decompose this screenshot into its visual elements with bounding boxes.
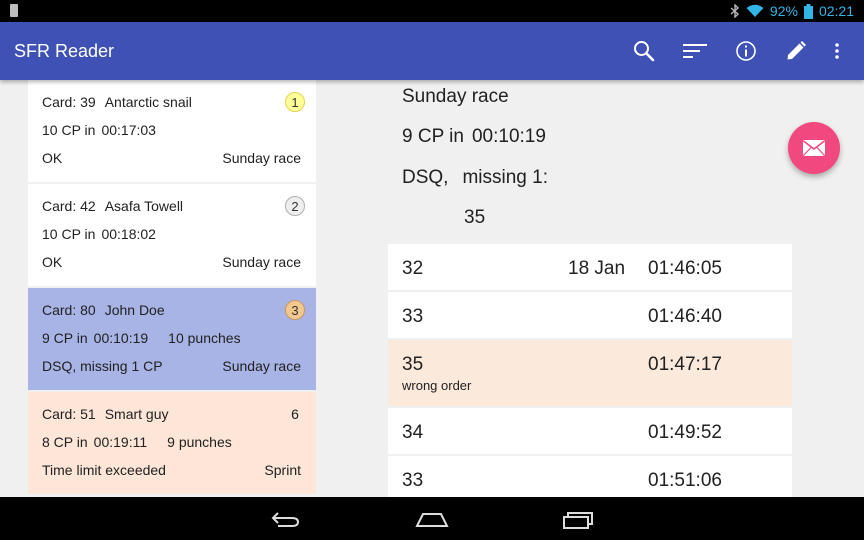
info-button[interactable] [734, 39, 758, 63]
app-title: SFR Reader [14, 41, 115, 61]
punch-time: 01:46:40 [648, 306, 722, 327]
run-time: 00:10:19 [93, 330, 149, 346]
edit-button[interactable] [784, 39, 808, 63]
cp-count: 9 CP in [42, 330, 88, 346]
overflow-menu-button[interactable] [825, 39, 849, 63]
battery-percent: 92% [769, 3, 798, 19]
result-status: Time limit exceeded [42, 462, 166, 478]
punch-time: 01:49:52 [648, 422, 722, 443]
position-badge: 1 [285, 92, 305, 112]
run-time: 00:18:02 [101, 226, 156, 242]
punch-row: 32 18 Jan 01:46:05 [388, 244, 792, 290]
result-status: DSQ, missing 1 CP [42, 358, 163, 374]
punch-cp: 34 [402, 422, 424, 443]
punch-row: 33 01:46:40 [388, 292, 792, 338]
list-item-selected[interactable]: Card: 80 John Doe 3 9 CP in 00:10:19 10 … [28, 288, 316, 390]
punch-note: wrong order [402, 378, 472, 393]
send-email-button[interactable] [788, 122, 840, 174]
result-detail: Sunday race 9 CP in 00:10:19 DSQ, missing … [388, 80, 792, 497]
punch-count: 9 punches [167, 434, 232, 450]
punch-time: 01:51:06 [648, 470, 722, 491]
sort-button[interactable] [683, 39, 707, 63]
wifi-icon [746, 4, 764, 17]
missing-cp-code: 35 [464, 207, 486, 228]
clock: 02:21 [818, 3, 854, 19]
runner-name: Asafa Towell [104, 198, 184, 214]
list-item[interactable]: Card: 39 Antarctic snail 1 10 CP in 00:1… [28, 80, 316, 182]
card-number: Card: 42 [42, 198, 96, 214]
run-time: 00:17:03 [101, 122, 156, 138]
list-item[interactable]: Card: 51 Smart guy 6 8 CP in 00:19:11 9 … [28, 392, 316, 494]
recent-apps-button[interactable] [560, 506, 596, 532]
back-icon [271, 512, 300, 527]
sort-icon [683, 44, 707, 58]
punch-date: 18 Jan [568, 258, 626, 279]
search-button[interactable] [632, 39, 656, 63]
race-name: Sprint [264, 462, 301, 478]
race-name: Sunday race [222, 358, 301, 374]
punch-cp: 33 [402, 470, 424, 491]
punch-row: 33 01:51:06 [388, 456, 792, 497]
back-button[interactable] [268, 506, 304, 532]
detail-run-time: 00:10:19 [471, 126, 546, 147]
home-button[interactable] [414, 506, 450, 532]
home-icon [415, 513, 449, 527]
info-icon [736, 41, 756, 61]
battery-icon [803, 3, 813, 19]
race-name: Sunday race [222, 150, 301, 166]
punch-time: 01:47:17 [648, 354, 722, 375]
bluetooth-icon [730, 4, 739, 18]
position-badge: 2 [285, 196, 305, 216]
detail-summary: 9 CP in 00:10:19 [402, 126, 546, 148]
punch-time: 01:46:05 [648, 258, 722, 279]
edit-icon [787, 41, 806, 60]
search-icon [634, 41, 655, 62]
app-bar: SFR Reader [0, 22, 864, 80]
cp-count: 10 CP in [42, 122, 96, 138]
punch-cp: 35 [402, 354, 424, 375]
email-icon [803, 140, 825, 156]
card-number: Card: 39 [42, 94, 96, 110]
cp-count: 8 CP in [42, 434, 88, 450]
punch-row: 34 01:49:52 [388, 408, 792, 454]
results-list: Card: 39 Antarctic snail 1 10 CP in 00:1… [28, 80, 316, 497]
card-number: Card: 80 [42, 302, 96, 318]
result-status: OK [42, 254, 63, 270]
run-time: 00:19:11 [93, 434, 148, 450]
overflow-menu-icon [835, 43, 839, 59]
detail-dsq-label: DSQ, [402, 167, 449, 188]
runner-name: Smart guy [104, 406, 169, 422]
punch-count: 10 punches [168, 330, 241, 346]
system-nav-bar [0, 497, 864, 540]
list-item[interactable]: Card: 42 Asafa Towell 2 10 CP in 00:18:0… [28, 184, 316, 286]
detail-status: DSQ, missing 1: [402, 167, 548, 189]
sd-card-icon [10, 4, 18, 17]
card-number: Card: 51 [42, 406, 96, 422]
detail-cp-count: 9 CP in [402, 126, 464, 147]
punch-cp: 32 [402, 258, 424, 279]
cp-count: 10 CP in [42, 226, 96, 242]
result-status: OK [42, 150, 63, 166]
punch-cp: 33 [402, 306, 424, 327]
detail-missing-label: missing 1: [462, 167, 548, 188]
punch-row-wrong-order: 35 01:47:17 wrong order [388, 340, 792, 406]
race-name: Sunday race [222, 254, 301, 270]
runner-name: Antarctic snail [104, 94, 192, 110]
status-bar: 92% 02:21 [0, 0, 864, 22]
position-number: 6 [291, 406, 299, 422]
runner-name: John Doe [104, 302, 165, 318]
recent-apps-icon [563, 512, 593, 529]
position-badge: 3 [285, 300, 305, 320]
detail-race-name: Sunday race [402, 86, 509, 107]
